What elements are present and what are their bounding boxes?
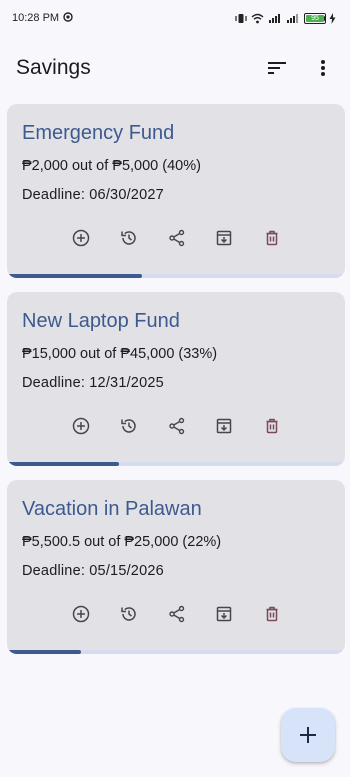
- goal-amount: ₱15,000 out of ₱45,000 (33%): [22, 346, 218, 362]
- history-button[interactable]: [117, 604, 141, 628]
- plus-circle-icon: [72, 229, 90, 252]
- wifi-icon: [251, 13, 264, 24]
- share-button[interactable]: [165, 228, 189, 252]
- goal-actions: [69, 604, 284, 628]
- battery-indicator: 95: [304, 12, 326, 24]
- goal-deadline: Deadline: 05/15/2026: [22, 563, 164, 579]
- add-goal-fab[interactable]: [281, 708, 335, 762]
- archive-icon: [215, 229, 233, 252]
- goal-progress-bar: [7, 274, 345, 278]
- status-left: 10:28 PM: [12, 11, 73, 25]
- sort-button[interactable]: [262, 53, 292, 83]
- vibrate-icon: [235, 13, 247, 24]
- status-time: 10:28 PM: [12, 12, 60, 24]
- savings-goal-card[interactable]: Emergency Fund ₱2,000 out of ₱5,000 (40%)…: [7, 104, 345, 278]
- goal-title: New Laptop Fund: [22, 310, 180, 332]
- archive-button[interactable]: [212, 604, 236, 628]
- share-icon: [168, 605, 186, 628]
- goal-actions: [69, 416, 284, 440]
- goal-deadline: Deadline: 12/31/2025: [22, 375, 164, 391]
- goal-deadline: Deadline: 06/30/2027: [22, 187, 164, 203]
- share-icon: [168, 417, 186, 440]
- more-vert-icon: [321, 60, 325, 76]
- history-button[interactable]: [117, 228, 141, 252]
- savings-goal-card[interactable]: New Laptop Fund ₱15,000 out of ₱45,000 (3…: [7, 292, 345, 466]
- archive-icon: [215, 417, 233, 440]
- share-button[interactable]: [165, 604, 189, 628]
- history-button[interactable]: [117, 416, 141, 440]
- archive-button[interactable]: [212, 416, 236, 440]
- top-actions: [262, 53, 338, 83]
- plus-icon: [300, 727, 316, 743]
- goal-amount: ₱2,000 out of ₱5,000 (40%): [22, 158, 201, 174]
- share-button[interactable]: [165, 416, 189, 440]
- page-title: Savings: [16, 56, 91, 79]
- battery-icon: 95: [304, 12, 326, 24]
- status-right: 95: [235, 12, 336, 24]
- goal-title: Emergency Fund: [22, 122, 175, 144]
- goal-actions: [69, 228, 284, 252]
- goal-progress-fill: [7, 274, 143, 278]
- status-bar: 10:28 PM 95: [0, 0, 350, 36]
- delete-button[interactable]: [260, 416, 284, 440]
- goal-progress-bar: [7, 462, 345, 466]
- archive-button[interactable]: [212, 228, 236, 252]
- goal-progress-fill: [7, 650, 82, 654]
- more-options-button[interactable]: [308, 53, 338, 83]
- delete-button[interactable]: [260, 228, 284, 252]
- battery-level: 95: [306, 14, 324, 22]
- goal-amount: ₱5,500.5 out of ₱25,000 (22%): [22, 534, 222, 550]
- archive-icon: [215, 605, 233, 628]
- delete-button[interactable]: [260, 604, 284, 628]
- trash-icon: [263, 417, 281, 440]
- plus-circle-icon: [72, 605, 90, 628]
- savings-goal-card[interactable]: Vacation in Palawan ₱5,500.5 out of ₱25,0…: [7, 480, 345, 654]
- notification-icon: [63, 11, 73, 25]
- trash-icon: [263, 229, 281, 252]
- goal-title: Vacation in Palawan: [22, 498, 202, 520]
- add-funds-button[interactable]: [69, 604, 93, 628]
- history-icon: [120, 417, 138, 440]
- add-funds-button[interactable]: [69, 228, 93, 252]
- top-app-bar: Savings: [0, 48, 350, 88]
- history-icon: [120, 229, 138, 252]
- trash-icon: [263, 605, 281, 628]
- signal-icon-2: [286, 13, 300, 24]
- plus-circle-icon: [72, 417, 90, 440]
- sort-icon: [268, 62, 286, 74]
- charging-icon: [329, 12, 336, 24]
- share-icon: [168, 229, 186, 252]
- signal-icon-1: [268, 13, 282, 24]
- add-funds-button[interactable]: [69, 416, 93, 440]
- goal-progress-bar: [7, 650, 345, 654]
- history-icon: [120, 605, 138, 628]
- goal-progress-fill: [7, 462, 119, 466]
